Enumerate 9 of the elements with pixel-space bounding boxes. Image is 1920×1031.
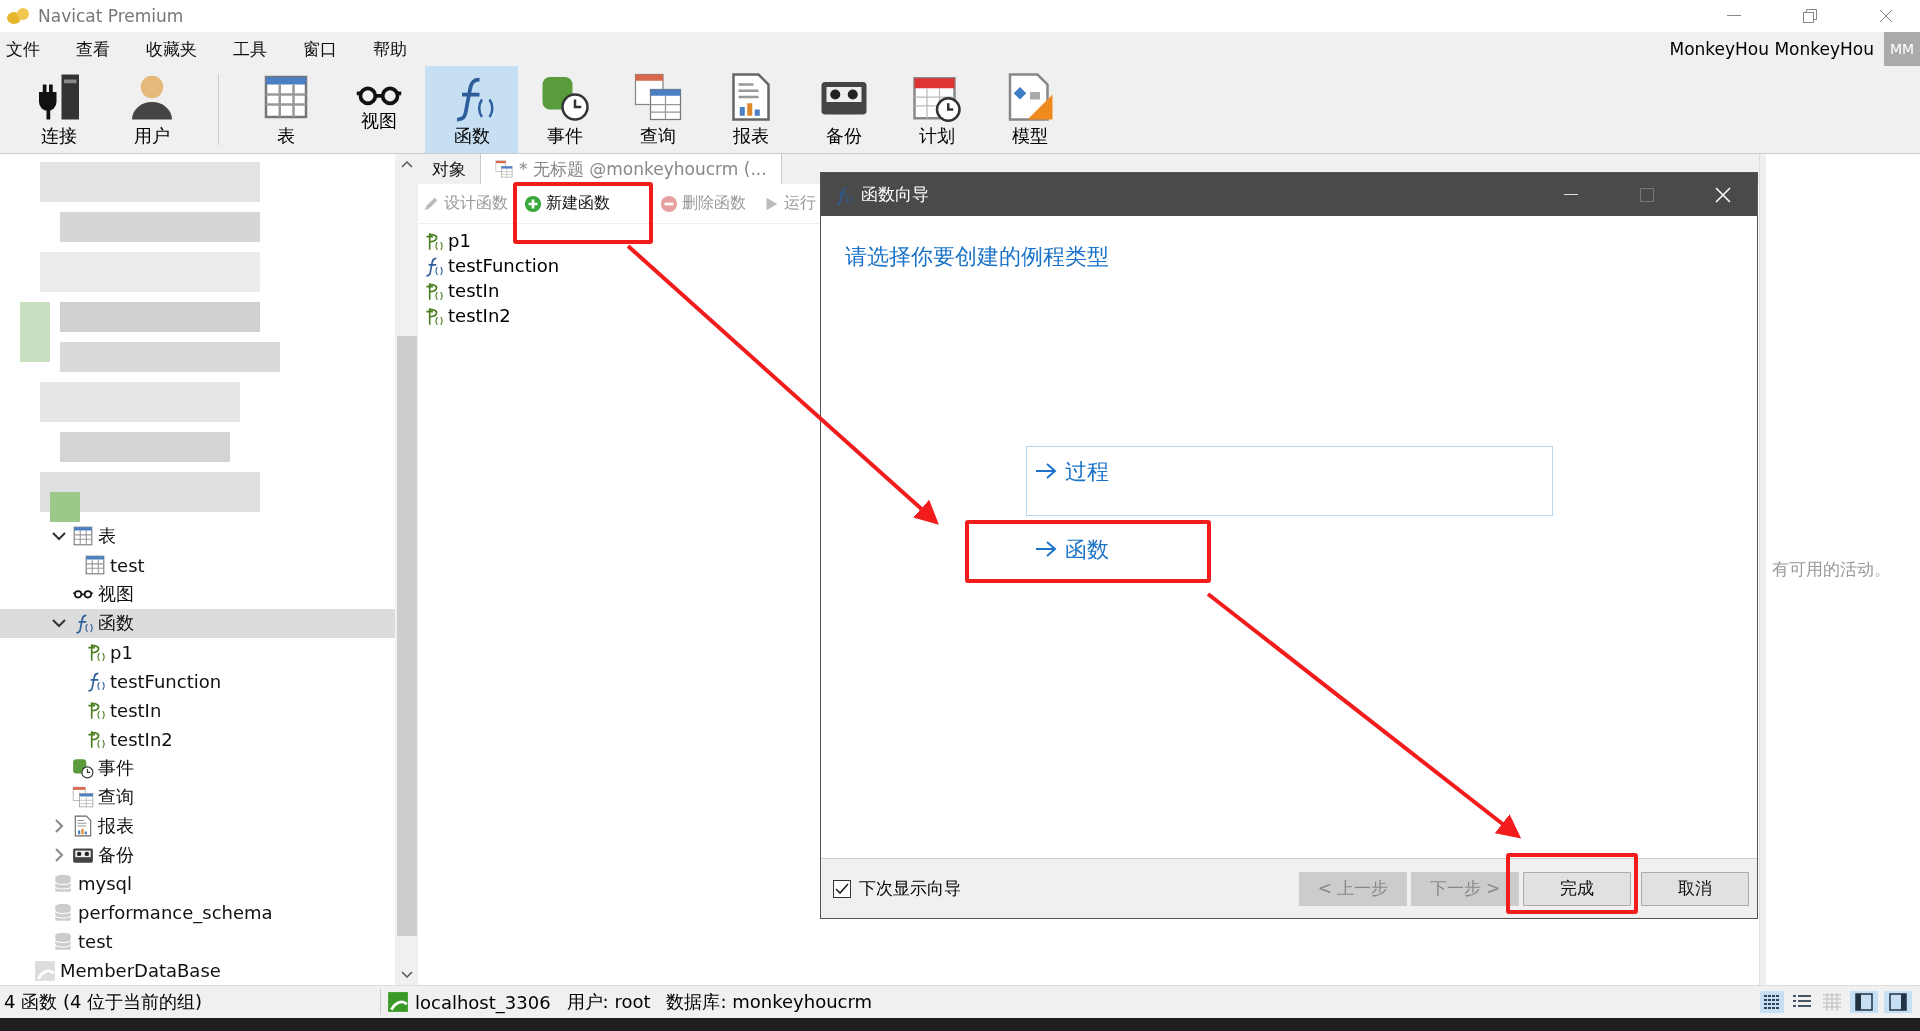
status-summary: 4 函数 (4 位于当前的组): [4, 990, 204, 1014]
activity-message: 有可用的活动。: [1772, 558, 1891, 581]
status-user: 用户: root: [566, 990, 651, 1014]
dialog-title: 函数向导: [861, 183, 930, 206]
checkbox-label: 下次显示向导: [859, 877, 962, 900]
window-title: Navicat Premium: [38, 6, 185, 26]
status-database: 数据库: monkeyhoucrm: [666, 990, 873, 1014]
dialog-heading: 请选择你要创建的例程类型: [845, 243, 1110, 271]
status-connection: localhost_3306: [415, 991, 551, 1013]
